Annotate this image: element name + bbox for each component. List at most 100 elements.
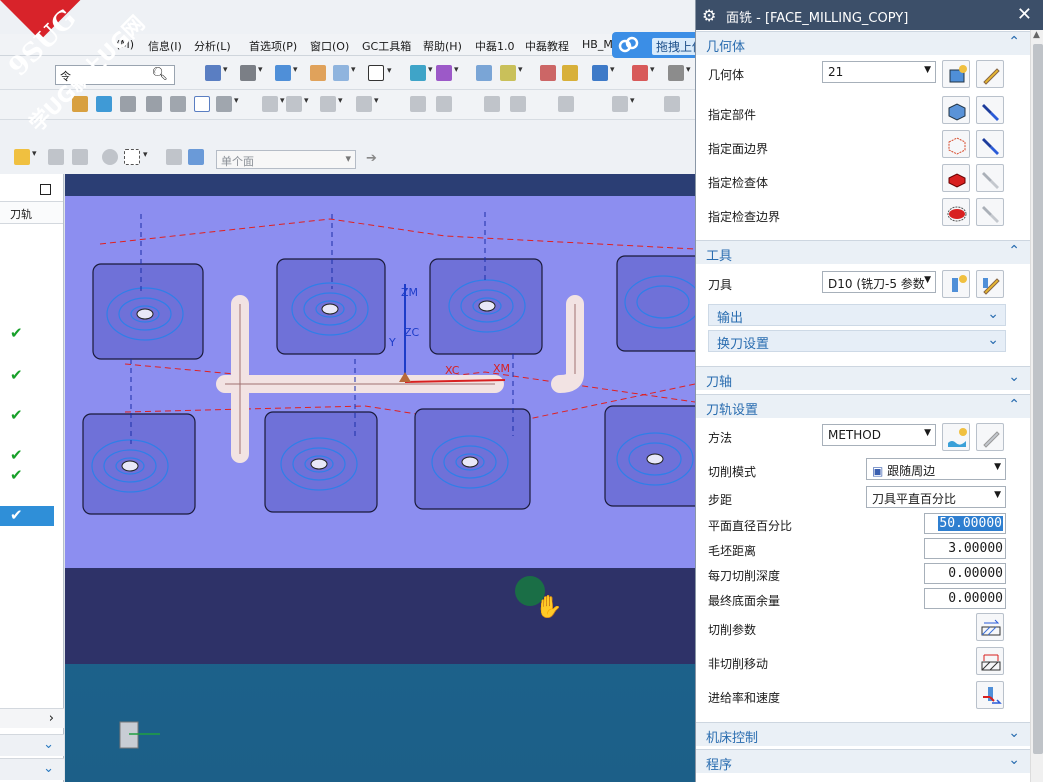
method-select[interactable]: METHOD ▼ — [822, 424, 936, 446]
menu-item-zhonglei-tutorial[interactable]: 中磊教程 — [525, 38, 569, 54]
edit-icon[interactable] — [558, 96, 574, 112]
new-tool-button[interactable] — [942, 270, 970, 298]
group-machine-control[interactable]: 机床控制 ⌄ — [696, 722, 1030, 746]
group-tool[interactable]: 工具 ⌃ — [696, 240, 1030, 264]
horizontal-scrollbar[interactable]: › — [0, 708, 64, 728]
navigator-fold-1[interactable]: ⌄ — [0, 734, 64, 756]
tool-icon[interactable] — [540, 65, 556, 81]
menu-item-gc-toolbox[interactable]: GC工具箱 — [362, 38, 411, 54]
graphics-viewport[interactable]: ZM ZC Y XC XM ✋ — [65, 174, 695, 782]
stack-icon[interactable] — [476, 65, 492, 81]
stepover-select[interactable]: 刀具平直百分比 ▼ — [866, 486, 1006, 508]
group-geometry[interactable]: 几何体 ⌃ — [696, 31, 1030, 55]
menu-item-m[interactable]: (M) — [116, 38, 134, 51]
cube-icon[interactable] — [188, 149, 204, 165]
navigator-fold-2[interactable]: ⌄ — [0, 758, 64, 780]
menu-item-info[interactable]: 信息(I) — [148, 38, 182, 54]
arrow-right-icon[interactable]: ➔ — [366, 151, 382, 167]
path-icon[interactable] — [286, 96, 309, 112]
navigator-row-selected[interactable]: ✔ — [0, 506, 54, 526]
geometry-select[interactable]: 21 ▼ — [822, 61, 936, 83]
specify-check-boundary-select-button[interactable] — [942, 198, 970, 226]
scrollbar-thumb[interactable] — [1033, 44, 1043, 754]
curve-icon[interactable] — [72, 149, 88, 165]
navigator-column-header[interactable]: 刀轨 — [0, 202, 63, 224]
dialog-title-bar[interactable]: ⚙ 面铣 - [FACE_MILLING_COPY] ✕ — [696, 0, 1043, 30]
chevron-right-icon[interactable]: › — [49, 711, 54, 726]
box-icon[interactable] — [275, 65, 298, 81]
maximize-icon[interactable] — [40, 184, 51, 195]
subgroup-tool-change[interactable]: 换刀设置 ⌄ — [708, 330, 1006, 352]
table-icon[interactable] — [664, 96, 680, 112]
flat-diameter-pct-input[interactable]: 50.00000 — [924, 513, 1006, 534]
ruler-icon[interactable] — [668, 65, 691, 81]
play-icon[interactable] — [262, 96, 285, 112]
specify-check-body-display-button[interactable] — [976, 164, 1004, 192]
zoom-icon[interactable] — [510, 96, 526, 112]
cutting-params-button[interactable] — [976, 613, 1004, 641]
solid-icon[interactable] — [166, 149, 182, 165]
specify-face-boundary-select-button[interactable] — [942, 130, 970, 158]
axis-icon[interactable] — [632, 65, 655, 81]
move-icon[interactable] — [410, 65, 433, 81]
subgroup-output[interactable]: 输出 ⌄ — [708, 304, 1006, 326]
menu-item-window[interactable]: 窗口(O) — [310, 38, 349, 54]
blank-distance-input[interactable]: 3.00000 — [924, 538, 1006, 559]
menu-item-analysis[interactable]: 分析(L) — [194, 38, 231, 54]
edit-method-button[interactable] — [976, 423, 1004, 451]
final-floor-stock-input[interactable]: 0.00000 — [924, 588, 1006, 609]
view-icon[interactable] — [333, 65, 356, 81]
operation-icon[interactable] — [592, 65, 615, 81]
sort-icon[interactable] — [146, 96, 162, 112]
close-icon[interactable]: ✕ — [1017, 4, 1032, 25]
delete-icon[interactable] — [612, 96, 635, 112]
measure-icon[interactable] — [410, 96, 426, 112]
menu-item-hb[interactable]: HB_M — [582, 38, 613, 51]
cut-pattern-select[interactable]: ▣ 跟随周边 ▼ — [866, 458, 1006, 480]
wcs-icon[interactable] — [500, 65, 523, 81]
scroll-up-icon[interactable]: ▲ — [1033, 30, 1040, 40]
layer-icon[interactable] — [205, 65, 228, 81]
gear-small-icon[interactable] — [120, 96, 136, 112]
specify-face-boundary-display-button[interactable] — [976, 130, 1004, 158]
chart-icon[interactable] — [72, 96, 88, 112]
group-tool-axis[interactable]: 刀轴 ⌄ — [696, 366, 1030, 390]
hex-icon[interactable] — [102, 149, 118, 165]
group-program[interactable]: 程序 ⌄ — [696, 749, 1030, 773]
group-path-settings[interactable]: 刀轨设置 ⌃ — [696, 394, 1030, 418]
selection-filter-dropdown[interactable]: 单个面 ▾ — [216, 150, 356, 169]
edit-tool-button[interactable] — [976, 270, 1004, 298]
filter-icon[interactable] — [216, 96, 239, 112]
folder-icon[interactable] — [310, 65, 326, 81]
dialog-scrollbar[interactable]: ▲ — [1030, 30, 1043, 782]
post-icon[interactable] — [356, 96, 379, 112]
menu-item-zhonglei[interactable]: 中磊1.0 — [475, 38, 515, 54]
rect-select-icon[interactable] — [124, 149, 148, 165]
menu-item-preferences[interactable]: 首选项(P) — [249, 38, 297, 54]
depth-per-cut-input[interactable]: 0.00000 — [924, 563, 1006, 584]
shade-icon[interactable] — [240, 65, 263, 81]
point-icon[interactable] — [48, 149, 64, 165]
verify-icon[interactable] — [320, 96, 343, 112]
feeds-speeds-button[interactable] — [976, 681, 1004, 709]
sheet-icon[interactable] — [96, 96, 112, 112]
new-method-button[interactable] — [942, 423, 970, 451]
specify-check-body-select-button[interactable] — [942, 164, 970, 192]
tool-select[interactable]: D10 (铣刀-5 参数 ▼ — [822, 271, 936, 293]
specify-part-display-button[interactable] — [976, 96, 1004, 124]
command-finder-input[interactable]: 令 🔍︎ — [55, 65, 175, 85]
non-cutting-moves-button[interactable] — [976, 647, 1004, 675]
square-icon[interactable] — [368, 65, 392, 81]
edit-geometry-button[interactable] — [976, 60, 1004, 88]
new-geometry-button[interactable] — [942, 60, 970, 88]
info-icon[interactable] — [484, 96, 500, 112]
menu-item-help[interactable]: 帮助(H) — [423, 38, 462, 54]
page-icon[interactable] — [194, 96, 210, 112]
gauge-icon[interactable] — [436, 96, 452, 112]
list-icon[interactable] — [170, 96, 186, 112]
specify-part-select-button[interactable] — [942, 96, 970, 124]
wrench-icon[interactable] — [562, 65, 578, 81]
specify-check-boundary-display-button[interactable] — [976, 198, 1004, 226]
search-icon[interactable]: 🔍︎ — [151, 67, 168, 82]
snap-icon[interactable] — [14, 149, 37, 165]
